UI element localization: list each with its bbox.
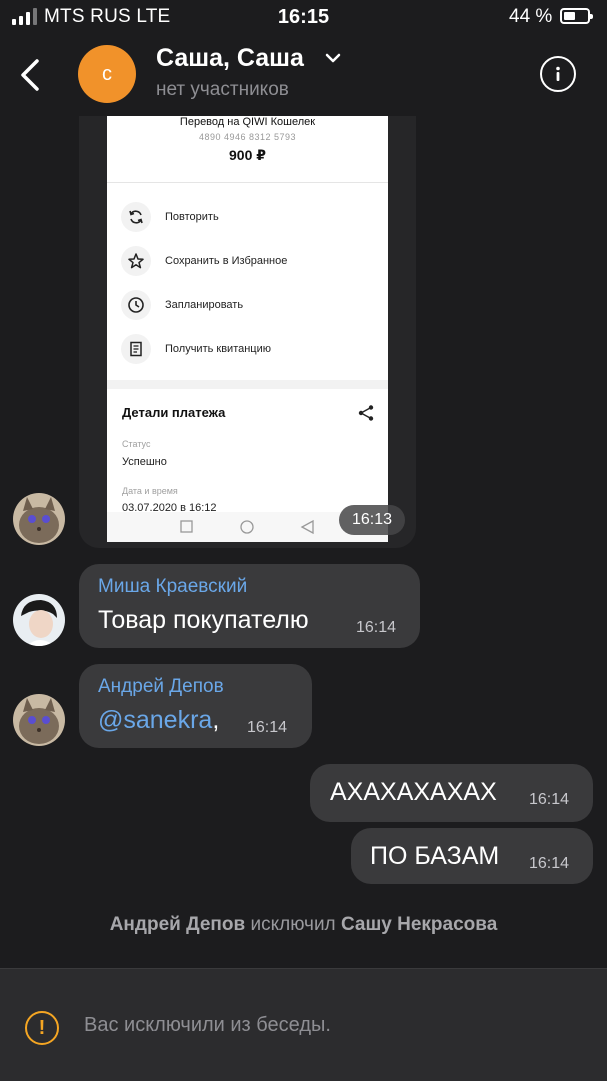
message-text: Товар покупателю [98, 606, 309, 634]
message-bubble[interactable]: Андрей Депов @sanekra, 16:14 [79, 664, 312, 748]
chat-title[interactable]: Саша, Саша [156, 44, 304, 73]
sender-name[interactable]: Андрей Депов [98, 676, 224, 698]
info-icon [556, 66, 560, 81]
footer-notice: Вас исключили из беседы. [84, 1014, 331, 1036]
receipt-icon [121, 334, 151, 364]
chat-subtitle: нет участников [156, 79, 289, 100]
message-text: ПО БАЗАМ [370, 842, 500, 870]
image-timestamp: 16:13 [339, 505, 405, 535]
system-message: Андрей Депов исключил Сашу Некрасова [0, 914, 607, 936]
message-time: 16:14 [247, 719, 288, 736]
message-bubble[interactable]: Миша Краевский Товар покупателю 16:14 [79, 564, 420, 648]
action-favorite: Сохранить в Избранное [121, 245, 287, 277]
action-repeat: Повторить [121, 201, 219, 233]
warning-icon: ! [25, 1011, 59, 1045]
repeat-icon [121, 202, 151, 232]
star-icon [121, 246, 151, 276]
avatar[interactable] [13, 594, 65, 646]
message-time: 16:14 [529, 791, 570, 808]
clock-icon [121, 290, 151, 320]
chat-avatar[interactable]: с [78, 45, 136, 103]
system-target[interactable]: Сашу Некрасова [341, 914, 497, 935]
system-actor[interactable]: Андрей Депов [110, 914, 246, 935]
payment-screenshot: Перевод на QIWI Кошелек 4890 4946 8312 5… [107, 116, 388, 542]
avatar[interactable] [13, 694, 65, 746]
back-chevron-icon [21, 59, 39, 91]
message-time: 16:14 [356, 619, 397, 636]
date-label: Дата и время [122, 486, 178, 496]
action-label: Сохранить в Избранное [165, 255, 288, 267]
outgoing-message-bubble[interactable]: АХАХАХАХАХ 16:14 [310, 764, 593, 822]
details-title: Детали платежа [122, 405, 226, 420]
message-text-suffix: , [212, 706, 220, 734]
chat-title-dropdown[interactable] [324, 52, 342, 66]
dropdown-chevron-icon [325, 53, 341, 63]
image-message[interactable]: Перевод на QIWI Кошелек 4890 4946 8312 5… [79, 116, 416, 548]
status-value: Успешно [122, 456, 167, 468]
message-text: АХАХАХАХАХ [330, 778, 497, 806]
outgoing-message-bubble[interactable]: ПО БАЗАМ 16:14 [351, 828, 593, 884]
status-label: Статус [122, 439, 151, 449]
battery-percent: 44 % [509, 6, 553, 27]
action-schedule: Запланировать [121, 289, 243, 321]
screenshot-title: Перевод на QIWI Кошелек [179, 116, 316, 128]
info-button[interactable] [540, 56, 576, 92]
avatar[interactable] [13, 493, 65, 545]
sender-name[interactable]: Миша Краевский [98, 576, 247, 598]
action-label: Повторить [165, 211, 219, 223]
screenshot-card: 4890 4946 8312 5793 [198, 132, 297, 142]
back-button[interactable] [18, 58, 42, 92]
system-action: исключил [250, 914, 336, 935]
action-label: Получить квитанцию [165, 343, 272, 355]
screenshot-amount: 900 ₽ [229, 147, 266, 163]
mention-link[interactable]: @sanekra [98, 706, 212, 734]
divider [107, 182, 388, 183]
status-bar: MTS RUS LTE 16:15 44 % [0, 0, 607, 34]
section-divider [107, 380, 388, 389]
message-text: @sanekra, [98, 706, 219, 735]
action-label: Запланировать [165, 299, 244, 311]
battery-icon [560, 8, 593, 24]
action-receipt: Получить квитанцию [121, 333, 271, 365]
avatar-letter: с [102, 62, 112, 85]
message-time: 16:14 [529, 855, 570, 872]
share-icon [357, 404, 375, 422]
